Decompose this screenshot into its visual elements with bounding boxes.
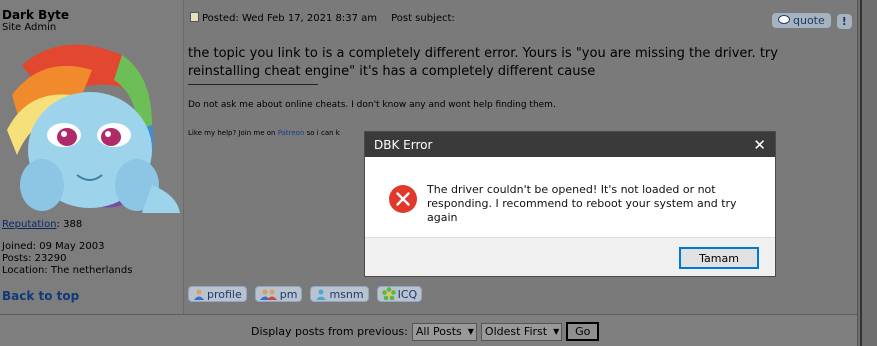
dialog-message: The driver couldn't be opened! It's not … [427, 183, 737, 224]
author-column: Dark Byte Site Admin Reputation: 388 Joi… [0, 0, 183, 314]
dialog-body: The driver couldn't be opened! It's not … [365, 157, 775, 237]
post-count: Posts: 23290 [2, 253, 67, 264]
speech-bubble-icon [778, 15, 790, 24]
reputation-link[interactable]: Reputation [2, 219, 57, 230]
error-dialog: DBK Error ✕ The driver couldn't be opene… [364, 131, 776, 277]
post-body: the topic you link to is a completely di… [188, 46, 778, 79]
page-scroll-edge [857, 0, 877, 346]
post-actions: quote ! [772, 10, 852, 29]
profile-button[interactable]: profile [188, 286, 247, 302]
msnm-button[interactable]: msnm [310, 286, 369, 302]
signature-line-2: Like my help? Join me on Patreon so i ca… [188, 129, 340, 137]
report-button[interactable]: ! [836, 14, 852, 29]
quote-button[interactable]: quote [772, 12, 831, 28]
sort-order-value: Oldest First [484, 325, 548, 338]
column-divider [183, 0, 184, 314]
quote-label: quote [793, 13, 825, 27]
error-icon [389, 185, 417, 213]
icq-label: ICQ [397, 287, 418, 301]
users-icon [259, 289, 277, 300]
signature-divider [188, 84, 318, 85]
author-name: Dark Byte [2, 8, 69, 22]
dialog-footer: Tamam [365, 237, 775, 276]
go-button[interactable]: Go [566, 322, 600, 341]
author-rank: Site Admin [2, 22, 57, 33]
pm-button[interactable]: pm [254, 286, 303, 302]
msnm-label: msnm [329, 287, 364, 301]
reputation: Reputation: 388 [2, 219, 82, 230]
footer-divider [0, 314, 857, 315]
msn-icon [316, 289, 327, 300]
posts-period-select[interactable]: All Posts ▼ [411, 322, 477, 341]
post-display-filter: Display posts from previous: All Posts ▼ … [251, 322, 600, 341]
signature: Do not ask me about online cheats. I don… [188, 100, 556, 110]
post-subject: Post subject: [391, 13, 455, 24]
signature-prefix: Like my help? Join me on [188, 129, 276, 137]
post-header: Posted: Wed Feb 17, 2021 8:37 am Post sub… [190, 12, 455, 24]
avatar [2, 35, 180, 213]
reputation-value: : 388 [56, 219, 83, 230]
signature-suffix: so i can k [306, 129, 340, 137]
icq-flower-icon [381, 287, 396, 301]
chevron-down-icon: ▼ [553, 327, 560, 336]
ok-button[interactable]: Tamam [679, 247, 759, 269]
profile-buttons: profile pm msnm ICQ [188, 286, 423, 302]
back-to-top-link[interactable]: Back to top [2, 289, 79, 303]
pm-label: pm [279, 287, 298, 301]
posts-period-value: All Posts [415, 325, 462, 338]
chevron-down-icon: ▼ [467, 327, 474, 336]
author-location: Location: The netherlands [2, 265, 133, 276]
joined-date: Joined: 09 May 2003 [2, 241, 105, 252]
display-posts-label: Display posts from previous: [251, 325, 408, 338]
author-details: Joined: 09 May 2003 Posts: 23290 Locatio… [2, 241, 132, 277]
sort-order-select[interactable]: Oldest First ▼ [480, 322, 563, 341]
user-icon [194, 289, 204, 300]
dialog-title: DBK Error [374, 137, 433, 152]
post-icon [190, 12, 199, 22]
close-icon[interactable]: ✕ [753, 136, 766, 154]
posted-date: Posted: Wed Feb 17, 2021 8:37 am [202, 13, 378, 24]
patreon-link[interactable]: Patreon [278, 129, 305, 137]
icq-button[interactable]: ICQ [376, 286, 423, 302]
dialog-titlebar: DBK Error ✕ [365, 132, 775, 157]
profile-label: profile [207, 287, 242, 301]
